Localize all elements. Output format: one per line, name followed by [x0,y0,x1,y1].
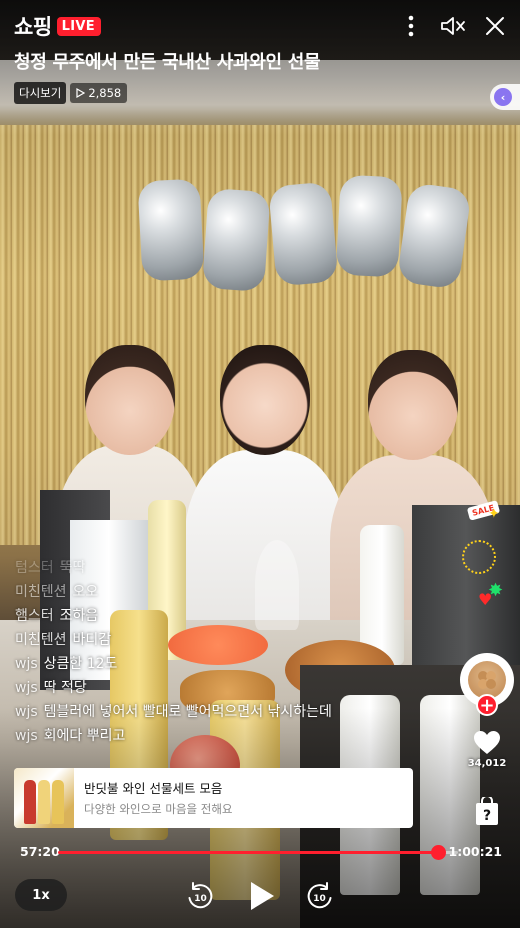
side-panel-toggle[interactable]: ‹ [490,84,520,110]
replay-badge: 다시보기 [14,82,67,104]
chat-text: 조하음 [59,608,99,624]
chat-message: 미친텐션 오오 [15,580,395,604]
chat-text: 뚝딱 [59,560,86,576]
rewind-10-icon: 10 [188,882,213,909]
chat-message: 햄스터 조하음 [15,604,395,628]
star-icon: ✦ [488,506,500,522]
quiz-bag-icon: ? [476,797,498,825]
forward-button[interactable]: 10 [300,876,340,916]
brand: 쇼핑 LIVE [14,11,101,41]
heart-icon [474,731,500,754]
svg-text:10: 10 [194,894,207,904]
svg-text:10: 10 [313,894,326,904]
live-badge: LIVE [56,16,101,36]
progress-fill [58,851,438,854]
rewind-button[interactable]: 10 [180,876,220,916]
chat-nick: wjs [15,656,38,672]
forward-10-icon: 10 [307,882,332,909]
chat-list: 텀스터 뚝딱 미친텐션 오오 햄스터 조하음 미친텐션 바디감 wjs 상큼한 12도 w… [15,556,395,748]
header: 쇼핑 LIVE 청정 무주에서 만든 국내산 사과와인 선물 다시보기 2,85… [0,0,520,110]
chat-nick: 텀스터 [15,560,54,576]
broadcast-meta: 다시보기 2,858 [14,82,128,104]
chat-nick: wjs [15,728,38,744]
chat-nick: 미친텐션 [15,584,67,600]
sparkle-burst [462,540,496,574]
play-button[interactable] [240,874,284,918]
chat-text: 상큼한 12도 [43,656,118,672]
view-count: 2,858 [70,83,128,103]
page-title: 청정 무주에서 만든 국내산 사과와인 선물 [14,52,321,73]
play-small-icon [76,88,86,98]
chat-nick: wjs [15,704,38,720]
chat-nick: 햄스터 [15,608,54,624]
more-vertical-icon[interactable] [398,12,424,40]
follow-button[interactable]: + [476,694,498,716]
chat-message: wjs 딱 적당 [15,676,395,700]
chat-text: 회에다 뿌리고 [43,728,126,744]
like-button[interactable]: 34,012 [462,730,512,769]
balloon-p [137,178,205,282]
top-controls [398,12,508,40]
product-card[interactable]: 반딧불 와인 선물세트 모음 다양한 와인으로 마음을 전해요 [14,768,413,828]
chat-message: wjs 템블러에 넣어서 빨대로 빨어먹으면서 낚시하는데 [15,700,395,724]
speaker-muted-icon[interactable] [440,12,466,40]
view-count-value: 2,858 [88,86,122,100]
progress-track[interactable] [58,845,458,860]
chat-message: wjs 회에다 뿌리고 [15,724,395,748]
playback-progress: 57:20 1:00:21 [0,840,520,864]
close-icon[interactable] [482,12,508,40]
like-count: 34,012 [467,758,507,769]
balloon-t [335,174,403,278]
chat-text: 템블러에 넣어서 빨대로 빨어먹으면서 낚시하는데 [43,704,332,720]
chat-message: wjs 상큼한 12도 [15,652,395,676]
product-description: 다양한 와인으로 마음을 전해요 [84,802,233,816]
speed-button[interactable]: 1x [15,879,67,911]
chat-text: 바디감 [72,632,112,648]
chat-nick: 미친텐션 [15,632,67,648]
total-time: 1:00:21 [448,844,503,859]
party-balloons [137,174,472,293]
balloon-y [396,182,472,290]
product-thumbnail [14,768,74,828]
brand-label: 쇼핑 [14,15,52,39]
svg-text:?: ? [483,808,491,824]
player-controls: 1x 10 10 [0,872,520,922]
chat-text: 딱 적당 [43,680,87,696]
progress-handle[interactable] [431,845,446,860]
play-icon [251,882,274,910]
chat-text: 오오 [72,584,99,600]
gift-bag [412,505,520,675]
balloon-r [268,181,339,287]
chat-nick: wjs [15,680,38,696]
chat-message: 텀스터 뚝딱 [15,556,395,580]
quiz-button[interactable]: ? [470,795,504,829]
current-time: 57:20 [20,844,60,859]
chat-message: 미친텐션 바디감 [15,628,395,652]
balloon-a [201,187,271,293]
product-name: 반딧불 와인 선물세트 모음 [84,781,223,796]
red-heart-icon: ♥ [478,590,493,609]
product-info: 반딧불 와인 선물세트 모음 다양한 와인으로 마음을 전해요 [74,768,243,828]
chevron-left-icon: ‹ [494,88,512,106]
